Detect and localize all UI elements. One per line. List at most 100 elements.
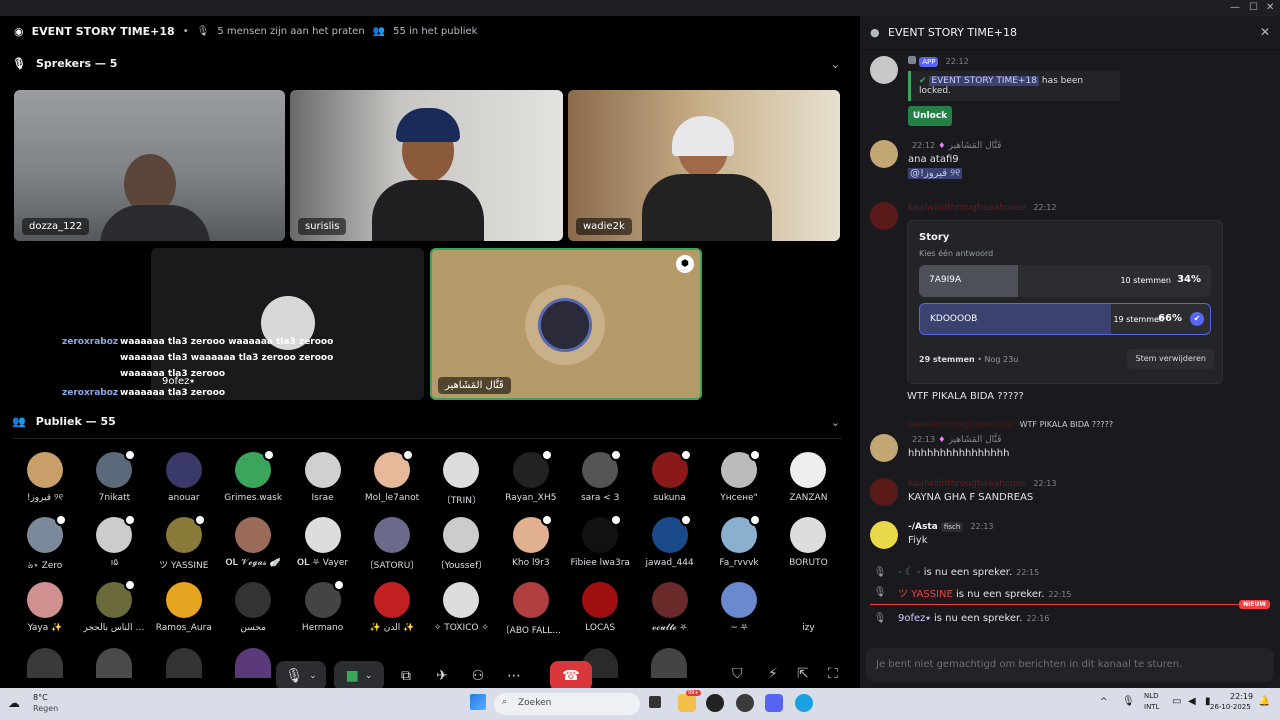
speaker-tile[interactable]: dozza_122 [14,90,285,241]
audience-member[interactable]: 7nikatt [83,449,145,503]
chevron-down-icon[interactable]: ⌄ [831,416,840,429]
mute-speaker-icon[interactable]: ⚡ [768,666,778,682]
chevron-down-icon[interactable]: ⌄ [831,58,840,71]
close-window-icon[interactable]: ✕ [1266,2,1274,13]
audience-member[interactable]: Fibiee lwa3ra [569,514,631,568]
language-primary[interactable]: NLD [1144,692,1159,700]
task-view-icon[interactable] [649,696,661,708]
mute-button[interactable]: 🎙 ⌄ [276,661,326,691]
audience-member[interactable]: ~ ⛧ [708,582,770,633]
audience-member[interactable]: ZANZAN [777,452,839,503]
volume-icon[interactable]: ◀ [1188,696,1196,707]
audience-name: Yaya ✨ [27,623,63,633]
username[interactable]: -/Asta [908,522,938,532]
speaker-tile[interactable]: surislis [290,90,563,241]
audience-member[interactable]: 𝓸𝓬𝓾𝓵𝓽𝓸 ⛧ [639,582,701,633]
poll-option[interactable]: KDOOOOB 19 stemmen 66% ✔ [919,303,1211,335]
audience-member[interactable]: Israe [292,452,354,503]
audience-member[interactable]: Rayan_XH5 [500,449,562,503]
audience-member[interactable]: 〔ABO FALL... [500,582,562,636]
audience-name: 〔Youssef〕 [435,561,488,571]
windows-start-icon[interactable] [470,694,486,710]
fullscreen-icon[interactable]: ⛶ [828,666,838,682]
username[interactable]: قَتَّال المَشَاهير [949,141,1002,151]
audience-member[interactable]: 𝐎𝐋 ⛧ Vayer [292,517,354,568]
audience-member[interactable]: jawad_444 [639,514,701,568]
audience-member[interactable]: Yaya ✨ [14,582,76,633]
leave-button[interactable]: ☎ [550,661,592,691]
close-icon[interactable]: ✕ [1260,25,1270,39]
language-secondary[interactable]: INTL [1144,703,1159,711]
avatar [304,579,345,618]
unlock-button[interactable]: Unlock [908,106,952,126]
activities-button[interactable]: ✈ [428,661,456,691]
camera-button[interactable]: ■ ⌄ [334,661,384,691]
audience-member[interactable]: sukuna [639,449,701,503]
audience-name: 𝐎𝐋 𝓥𝓮𝓰𝓪𝓼 🪽 [225,558,281,568]
speakers-section-header[interactable]: 🎙 Sprekers — 5 [12,57,117,70]
audience-member[interactable]: 〔SATORU〕 [361,517,423,571]
audience-member[interactable]: LOCAS [569,582,631,633]
audience-member[interactable]: BORUTO [777,517,839,568]
audience-name: Үнсене" [720,493,758,503]
audience-member[interactable]: 〔TRIN〕 [430,452,492,506]
audience-member[interactable]: دیور الناس بالحجر [83,579,145,633]
app-icon[interactable] [736,694,754,712]
audience-member[interactable]: 〔Youssef〕 [430,517,492,571]
system-message: 🎙 ツ YASSINE is nu een spreker. 22:15 [870,582,1270,602]
message-input[interactable]: Je bent niet gemachtigd om berichten in … [866,648,1274,682]
remove-vote-button[interactable]: Stem verwijderen [1127,349,1214,369]
audience-member[interactable]: Ramos_Aura [153,582,215,633]
app-icon[interactable] [678,694,696,712]
audience-member[interactable]: ✨ الدن ✨ [361,582,423,633]
shield-icon[interactable]: ⛉ [732,666,743,682]
speaker-tile[interactable]: ⬢ قَتَّال المَشَاهير [430,248,702,400]
audience-member[interactable]: ı۵ [83,514,145,568]
audience-name: 𝓸𝓬𝓾𝓵𝓽𝓸 ⛧ [652,623,687,633]
audience-member[interactable]: ✧ TOXICO ✧ [430,582,492,633]
notification-icon[interactable]: 🔔 [1258,696,1270,707]
audience-section-header[interactable]: 👥 Publiek — 55 [12,415,116,428]
more-button[interactable]: ⋯ [500,661,528,691]
audience-member[interactable]: Hermano [292,579,354,633]
username[interactable]: قَتَّال المَشَاهير [949,435,1002,445]
invite-to-speak-button[interactable]: ⚇ [464,661,492,691]
minimize-icon[interactable]: — [1230,2,1240,13]
microphone-icon[interactable]: 🎙 [1122,696,1135,707]
chevron-up-icon[interactable]: ^ [1100,697,1108,707]
audience-member[interactable]: Үнсене" [708,449,770,503]
browser-icon[interactable] [706,694,724,712]
audience-name: Fa_rvvvk [719,558,759,568]
audience-member[interactable]: ঌ⋆ Zero [14,514,76,573]
audience-member[interactable]: ツ YASSINE [153,514,215,571]
audience-member[interactable]: 𝐎𝐋 𝓥𝓮𝓰𝓪𝓼 🪽 [222,517,284,568]
clock-time[interactable]: 22:19 [1230,692,1253,701]
audience-member[interactable]: Grimes.wask [222,449,284,503]
avatar [165,582,202,618]
username[interactable]: kaalwiiidthroughaaahouse [908,479,1026,489]
speaker-tile[interactable]: wadie2k [568,90,840,241]
mention[interactable]: @!قيروز ୨୧ [908,168,963,179]
chat-message: APP 22:12 ✔ EVENT STORY TIME+18 has been… [870,56,1270,126]
popout-icon[interactable]: ⇱ [797,666,809,682]
audience-member[interactable]: Fa_rvvvk [708,514,770,568]
reply-preview[interactable]: kaalwiiidthroughaaahouse WTF PIKALA BIDA… [908,420,1113,429]
poll-option[interactable]: 7A9I9A 10 stemmen 34% [919,265,1211,297]
audience-member[interactable]: Kho l9r3 [500,514,562,568]
audience-member[interactable]: anouar [153,452,215,503]
weather-icon[interactable]: ☁ [8,696,20,710]
audience-member[interactable]: izy [777,582,839,633]
username[interactable]: kaalwiiidthroughaaahouse [908,203,1026,213]
audience-member[interactable]: Mol_le7anot [361,449,423,503]
edge-icon[interactable] [795,694,813,712]
network-icon[interactable]: ▭ [1172,696,1181,707]
screen-share-button[interactable]: ⧉ [392,661,420,691]
taskbar-search[interactable]: ⌕ Zoeken [494,693,640,715]
audience-member[interactable]: محسن [222,582,284,633]
audience-member[interactable]: sara < 3 [569,449,631,503]
discord-icon[interactable] [765,694,783,712]
audience-member[interactable]: !قيروز ୨୧ [14,452,76,503]
maximize-icon[interactable]: ☐ [1249,2,1258,13]
check-icon: ✔ [1190,312,1204,326]
clock-date[interactable]: 26-10-2025 [1210,703,1251,711]
